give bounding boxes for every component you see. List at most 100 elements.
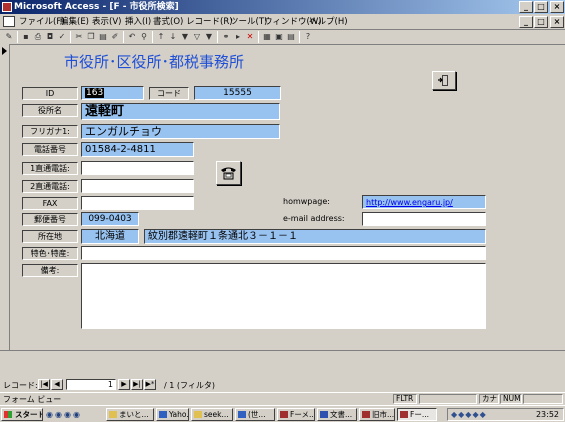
task-app-icon	[362, 411, 370, 418]
phone-field[interactable]: 01584-2-4811	[81, 142, 194, 157]
task-app-icon	[280, 411, 288, 418]
properties-icon[interactable]: ▦	[262, 31, 272, 42]
apply-filter-icon[interactable]: ▼	[204, 31, 214, 42]
task-item-7[interactable]: 旧市...	[359, 408, 395, 421]
mdi-minimize-button[interactable]: _	[519, 16, 533, 28]
task-item-2[interactable]: Yaho...	[156, 408, 189, 421]
close-button[interactable]: ×	[550, 1, 564, 13]
record-selector[interactable]	[0, 44, 10, 350]
task-item-6[interactable]: 文書...	[317, 408, 357, 421]
taskbar: スタート ◉◉◉◉ まいと... Yaho... seek... (世... F…	[0, 405, 565, 422]
status-empty-2	[523, 394, 563, 404]
task-item-1[interactable]: まいと...	[106, 408, 154, 421]
save-icon[interactable]: ▪	[21, 31, 31, 42]
task-item-label: 旧市...	[372, 410, 395, 419]
record-label: レコード:	[3, 381, 38, 390]
prefecture-field[interactable]: 北海道	[81, 229, 139, 244]
form-title: 市役所･区役所･都税事務所	[64, 53, 245, 71]
direct-phone1-field[interactable]	[81, 161, 194, 175]
direct-phone1-label: 1直通電話:	[22, 162, 78, 175]
address-label: 所在地	[22, 230, 78, 243]
name-field[interactable]: 遠軽町	[81, 103, 280, 120]
minimize-button[interactable]: _	[519, 1, 533, 13]
email-label: e-mail address:	[283, 214, 345, 223]
menu-edit[interactable]: 編集(E)	[60, 16, 89, 28]
sort-descending-icon[interactable]: ↓	[168, 31, 178, 42]
furigana-label: フリガナ1:	[22, 125, 78, 138]
tray-icons[interactable]: ◆◆◆◆◆	[451, 410, 487, 419]
next-record-button[interactable]: ▶	[118, 379, 130, 390]
id-field[interactable]: 163	[81, 86, 144, 100]
homepage-link[interactable]: http://www.engaru.jp/	[362, 195, 486, 209]
print-preview-icon[interactable]: ◘	[45, 31, 55, 42]
menu-format[interactable]: 書式(O)	[153, 16, 183, 28]
delete-record-icon[interactable]: ✕	[245, 31, 255, 42]
address-field[interactable]: 紋別郡遠軽町１条通北３－１－１	[144, 229, 486, 244]
menu-tools[interactable]: ツール(T)	[230, 16, 267, 28]
menu-help[interactable]: ヘルプ(H)	[309, 16, 348, 28]
direct-phone2-field[interactable]	[81, 179, 194, 193]
cut-icon[interactable]: ✂	[74, 31, 84, 42]
start-button[interactable]: スタート	[1, 408, 43, 421]
feature-field[interactable]	[81, 246, 486, 260]
window-titlebar: Microsoft Access - [F - 市役所検索] _ □ ×	[0, 0, 565, 14]
view-icon[interactable]: ✎	[4, 31, 14, 42]
first-record-button[interactable]: |◀	[38, 379, 50, 390]
menu-view[interactable]: 表示(V)	[92, 16, 121, 28]
furigana-field[interactable]: エンガルチョウ	[81, 124, 280, 139]
task-item-8-active[interactable]: Fー...	[397, 408, 437, 421]
phone-label: 電話番号	[22, 143, 78, 156]
task-item-label: Fー...	[410, 410, 429, 419]
print-icon[interactable]: ⎙	[33, 31, 43, 42]
current-record-input[interactable]: 1	[66, 379, 116, 390]
task-item-label: Yaho...	[169, 410, 189, 419]
copy-icon[interactable]: ❐	[86, 31, 96, 42]
record-total: / 1 (フィルタ)	[164, 381, 215, 390]
task-item-3[interactable]: seek...	[191, 408, 233, 421]
exit-door-icon	[438, 75, 448, 86]
task-item-5[interactable]: Fーメ...	[277, 408, 315, 421]
postal-field[interactable]: 099-0403	[81, 212, 139, 226]
menu-insert[interactable]: 挿入(I)	[125, 16, 151, 28]
fax-field[interactable]	[81, 196, 194, 210]
task-app-icon	[400, 411, 408, 418]
task-item-4[interactable]: (世...	[235, 408, 275, 421]
new-record-button[interactable]: ▶*	[144, 379, 156, 390]
filter-by-form-icon[interactable]: ▽	[192, 31, 202, 42]
task-item-label: seek...	[204, 410, 229, 419]
task-app-icon	[194, 411, 202, 418]
dial-phone-button[interactable]	[216, 161, 241, 185]
new-record-icon[interactable]: ▸	[233, 31, 243, 42]
last-record-button[interactable]: ▶|	[131, 379, 143, 390]
menu-file[interactable]: ファイル(F)	[19, 16, 65, 28]
find-icon[interactable]: ⚭	[221, 31, 231, 42]
postal-label: 郵便番号	[22, 213, 78, 226]
notes-field[interactable]	[81, 263, 486, 329]
insert-hyperlink-icon[interactable]: ⚲	[139, 31, 149, 42]
fax-label: FAX	[22, 197, 78, 210]
start-label: スタート	[15, 410, 43, 419]
email-field[interactable]	[362, 212, 486, 226]
mdi-restore-button[interactable]: □	[534, 16, 548, 28]
task-item-label: 文書...	[330, 410, 353, 419]
menu-records[interactable]: レコード(R)	[186, 16, 233, 28]
mdi-close-button[interactable]: ×	[550, 16, 564, 28]
statusbar: フォーム ビュー FLTR カナ NUM	[0, 392, 565, 404]
paste-icon[interactable]: ▤	[98, 31, 108, 42]
close-form-button[interactable]	[432, 71, 456, 90]
new-object-icon[interactable]: ▤	[286, 31, 296, 42]
code-field[interactable]: 15555	[194, 86, 281, 100]
sort-ascending-icon[interactable]: ↑	[156, 31, 166, 42]
help-icon[interactable]: ?	[303, 31, 313, 42]
spelling-icon[interactable]: ✓	[57, 31, 67, 42]
maximize-button[interactable]: □	[534, 1, 548, 13]
undo-icon[interactable]: ↶	[127, 31, 137, 42]
name-label: 役所名	[22, 104, 78, 117]
quick-launch-icons[interactable]: ◉◉◉◉	[46, 410, 104, 420]
form-window-icon[interactable]	[3, 16, 15, 27]
prev-record-button[interactable]: ◀	[51, 379, 63, 390]
database-window-icon[interactable]: ▣	[274, 31, 284, 42]
format-painter-icon[interactable]: ✐	[110, 31, 120, 42]
current-record-arrow-icon	[2, 47, 7, 55]
filter-by-selection-icon[interactable]: ▼	[180, 31, 190, 42]
